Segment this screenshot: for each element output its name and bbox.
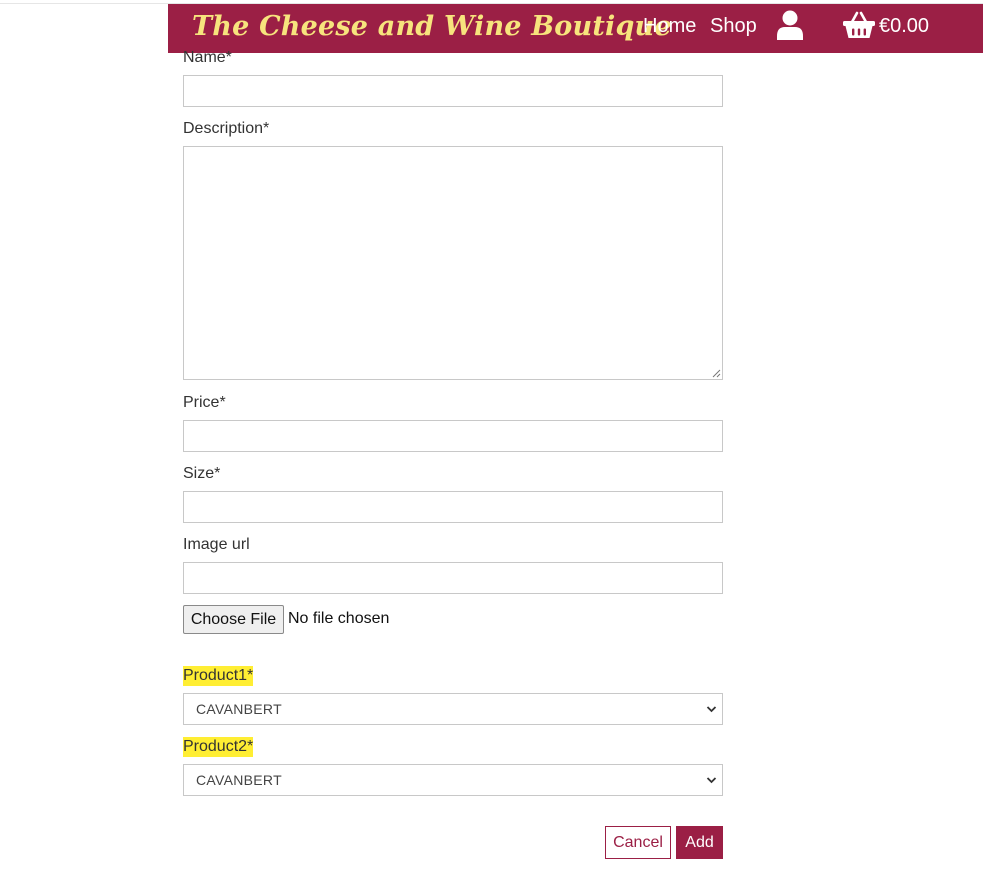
size-label: Size* <box>183 465 221 482</box>
add-button[interactable]: Add <box>676 826 723 859</box>
user-icon[interactable] <box>777 10 803 40</box>
name-input[interactable] <box>183 75 723 107</box>
site-header: The Cheese and Wine Boutique Home Shop €… <box>168 4 983 53</box>
product1-label: Product1* <box>183 666 254 686</box>
product2-select[interactable]: CAVANBERT <box>183 764 723 796</box>
basket-icon[interactable] <box>843 11 875 39</box>
nav-home-link[interactable]: Home <box>643 13 696 39</box>
image-url-label: Image url <box>183 536 250 553</box>
size-input[interactable] <box>183 491 723 523</box>
resize-grip-icon[interactable] <box>712 369 721 378</box>
description-textarea[interactable] <box>183 146 723 380</box>
price-label: Price* <box>183 394 226 411</box>
file-status-text: No file chosen <box>288 610 390 627</box>
choose-file-button[interactable]: Choose File <box>183 605 284 634</box>
image-url-input[interactable] <box>183 562 723 594</box>
basket-total[interactable]: €0.00 <box>879 13 929 39</box>
product2-selected-value: CAVANBERT <box>196 772 282 788</box>
price-input[interactable] <box>183 420 723 452</box>
product2-label: Product2* <box>183 737 254 757</box>
nav-shop-link[interactable]: Shop <box>710 13 757 39</box>
chevron-down-icon <box>706 706 717 713</box>
name-label: Name* <box>183 49 232 66</box>
cancel-button[interactable]: Cancel <box>605 826 671 859</box>
product1-selected-value: CAVANBERT <box>196 701 282 717</box>
site-logo[interactable]: The Cheese and Wine Boutique <box>192 8 672 46</box>
chevron-down-icon <box>706 777 717 784</box>
product1-select[interactable]: CAVANBERT <box>183 693 723 725</box>
description-label: Description* <box>183 120 270 137</box>
